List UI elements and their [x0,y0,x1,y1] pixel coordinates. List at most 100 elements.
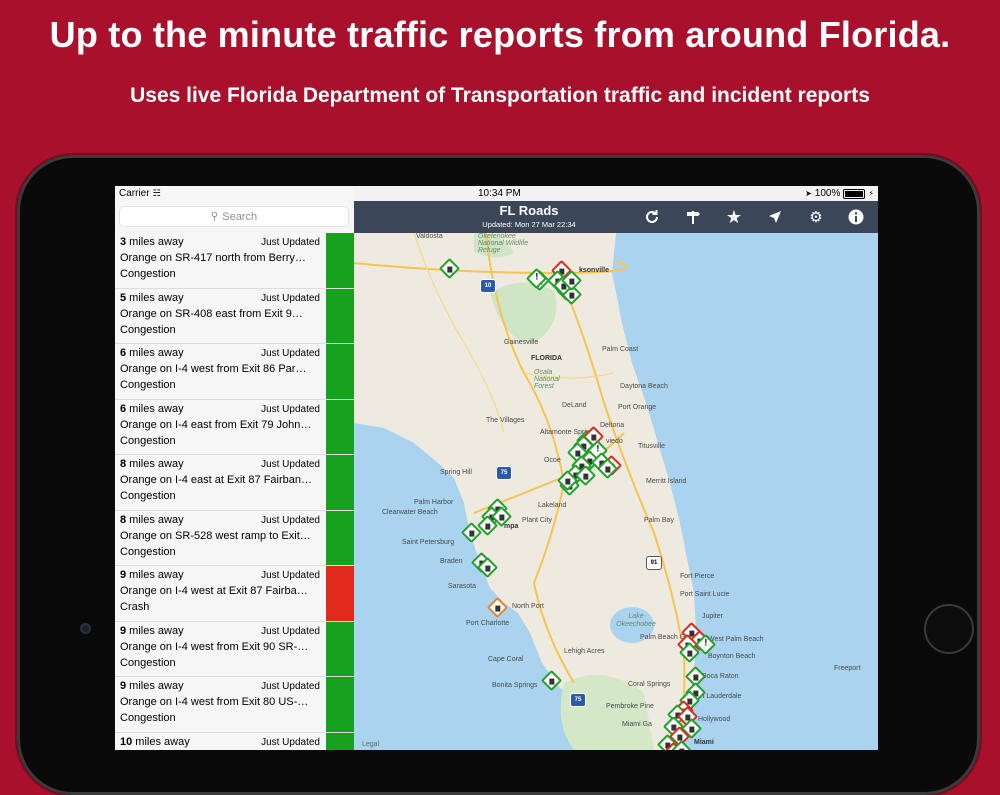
place-boca: Boca Raton [702,673,739,680]
incident-row[interactable]: 9 miles away Just Updated Orange on I-4 we… [115,677,354,733]
place-gainesville: Gainesville [504,339,539,346]
incident-row[interactable]: 5 miles away Just Updated Orange on SR-408… [115,288,354,344]
incident-type: Congestion [120,268,176,280]
place-plant-city: Plant City [522,517,552,524]
charging-icon: ⚡ [868,189,874,198]
incident-description: Orange on I-4 west from Exit 86 Par… [120,363,307,375]
favorites-button[interactable]: ★ [722,205,746,229]
app-screen: Carrier ☵ 10:34 PM ➤ 100% ⚡ ⚲ Search 3 mi… [115,186,878,750]
place-titusville: Titusville [638,443,665,450]
incident-row-content: 8 miles away Just Updated Orange on I-4 ea… [120,458,320,508]
incident-row[interactable]: 9 miles away Just Updated Orange on I-4 we… [115,621,354,677]
incident-description: Orange on SR-408 east from Exit 9… [120,307,303,320]
incident-status-indicator [326,399,354,454]
incident-distance: 9 miles away [120,680,184,692]
place-merritt: Merritt Island [646,478,687,485]
incident-type: Congestion [120,434,176,447]
place-deltona: Deltona [600,422,625,429]
place-port-st-lucie: Port Saint Lucie [680,591,730,598]
clock: 10:34 PM [478,188,521,199]
incident-row-content: 3 miles away Just Updated Orange on SR-417… [120,236,320,286]
place-tampa: mpa [504,523,519,530]
map-land [354,233,696,750]
place-port-charlotte: Port Charlotte [466,620,510,627]
place-jupiter: Jupiter [702,613,724,620]
place-bradenton: Braden [440,558,463,565]
battery-icon [843,188,866,199]
info-button[interactable] [844,205,868,229]
map-legal-link[interactable]: Legal [362,741,379,748]
place-deland: DeLand [562,402,587,409]
gears-icon: ⚙ [809,209,823,226]
incident-distance: 6 miles away [120,347,184,359]
place-lehigh: Lehigh Acres [564,648,605,655]
home-button[interactable] [924,604,974,654]
promo-subline: Uses live Florida Department of Transpor… [130,84,870,107]
incident-row[interactable]: 8 miles away Just Updated Orange on SR-528… [115,510,354,566]
incident-distance: 3 miles away [120,236,184,248]
locate-button[interactable] [763,205,787,229]
incident-type: Crash [120,601,150,613]
incident-description: Orange on SR-417 north from Berry… [120,252,306,264]
incident-updated: Just Updated [261,348,320,359]
incident-description: Orange on SR-528 west ramp to Exit… [120,529,311,542]
route-91-shield: 91 [646,556,662,570]
search-bar: ⚲ Search [115,201,354,233]
settings-button[interactable]: ⚙ [804,205,828,229]
location-services-icon: ➤ [805,189,812,198]
promo-headline: Up to the minute traffic reports from ar… [49,14,951,55]
traffic-map[interactable]: Valdosta Okefenokee National Wildlife Re… [354,233,878,750]
incident-updated: Just Updated [261,403,320,415]
incident-row[interactable]: 8 miles away Just Updated Orange on I-4 ea… [115,455,354,511]
incident-updated: Just Updated [261,681,320,692]
search-icon: ⚲ [210,211,219,222]
place-north-port: North Port [512,603,544,610]
incident-type: Congestion [120,379,176,391]
incident-row[interactable]: 6 miles away Just Updated Orange on I-4 ea… [115,399,354,455]
place-freeport: Freeport [834,665,861,672]
incident-distance: 8 miles away [120,513,184,526]
incident-row[interactable]: 3 miles away Just Updated Orange on SR-417… [115,233,354,289]
place-spring-hill: Spring Hill [440,469,472,476]
place-daytona: Daytona Beach [620,383,668,390]
place-florida: FLORIDA [531,355,563,362]
battery-status: ➤ 100% ⚡ [805,188,874,199]
incident-distance: 8 miles away [120,458,184,470]
incident-row-content: 9 miles away Just Updated Orange on I-4 we… [120,569,320,619]
refresh-button[interactable] [640,205,664,229]
incident-status-indicator [326,344,354,399]
incident-description: Orange on I-4 west at Exit 87 Fairba… [120,585,308,597]
incident-row[interactable]: 9 miles away Just Updated Orange on I-4 we… [115,566,354,622]
incident-row-content: 5 miles away Just Updated Orange on SR-408… [120,292,320,342]
place-st-pete: Saint Petersburg [402,539,455,546]
place-lakeland: Lakeland [538,502,567,509]
place-palm-harbor: Palm Harbor [414,499,454,506]
incident-status-indicator [326,677,354,732]
incident-updated: Just Updated [261,237,320,248]
incident-row[interactable]: 6 miles away Just Updated Orange on I-4 we… [115,344,354,400]
carrier-label: Carrier ☵ [119,188,161,199]
info-icon [848,209,864,225]
location-arrow-icon [769,211,781,223]
search-input[interactable]: ⚲ Search [120,207,348,226]
nav-bar: FL Roads Updated: Mon 27 Mar 22:34 ★ ⚙ [354,201,878,233]
incident-type: Congestion [120,490,176,502]
incident-updated: Just Updated [261,514,320,526]
incident-row-content: 6 miles away Just Updated Orange on I-4 ea… [120,403,320,453]
signpost-icon [687,211,700,224]
place-ocala-forest: Ocala National Forest [534,369,560,390]
incident-row-content: 8 miles away Just Updated Orange on SR-528… [120,514,320,564]
incident-status-indicator [326,455,354,510]
status-bar: Carrier ☵ 10:34 PM ➤ 100% ⚡ [115,186,878,201]
place-ocoee: Ocoe [544,457,561,464]
incident-updated: Just Updated [261,736,320,748]
incident-sidebar: ⚲ Search 3 miles away Just Updated Orange … [115,201,354,750]
incident-row[interactable]: 10 miles awayJust UpdatedOrange on I-4 e… [115,732,354,750]
place-hollywood: Hollywood [698,716,731,723]
place-okefenokee: Okefenokee National Wildlife Refuge [478,233,529,254]
signpost-button[interactable] [681,205,705,229]
place-cape-coral: Cape Coral [488,656,524,663]
incident-distance: 9 miles away [120,624,184,637]
place-pembroke: Pembroke Pine [606,703,654,710]
incident-distance: 5 miles away [120,291,184,304]
